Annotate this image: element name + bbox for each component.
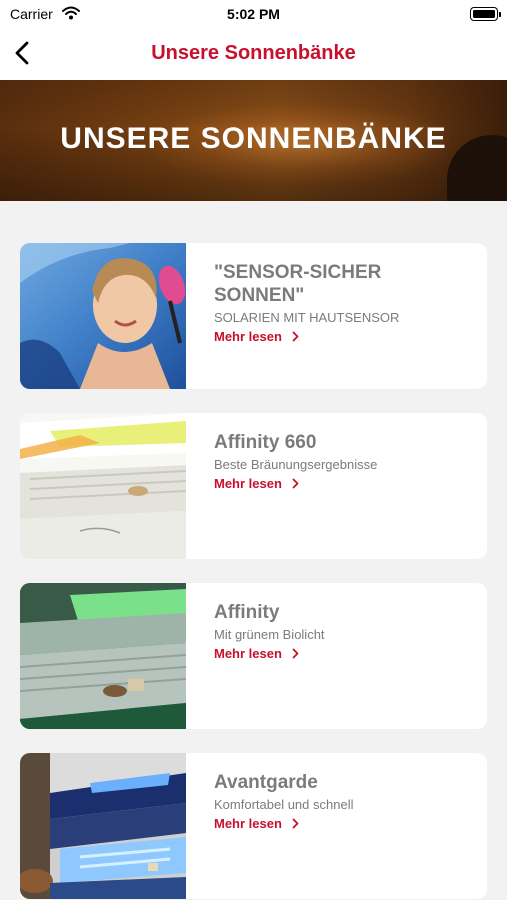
read-more-label: Mehr lesen (214, 476, 282, 491)
card-title: "SENSOR-SICHER SONNEN" (214, 262, 382, 306)
card-title: Avantgarde (214, 772, 318, 793)
chevron-right-icon (292, 331, 299, 342)
read-more-label: Mehr lesen (214, 816, 282, 831)
chevron-right-icon (292, 818, 299, 829)
read-more-link[interactable]: Mehr lesen (214, 326, 474, 346)
list-item[interactable]: "SENSOR-SICHER SONNEN" SOLARIEN MIT HAUT… (20, 243, 487, 389)
card-image-affinity (20, 583, 186, 729)
chevron-right-icon (292, 648, 299, 659)
read-more-link[interactable]: Mehr lesen (214, 473, 474, 493)
page-title: Unsere Sonnenbänke (151, 42, 356, 64)
read-more-label: Mehr lesen (214, 329, 282, 344)
card-subtitle: Komfortabel und schnell (214, 797, 354, 812)
read-more-link[interactable]: Mehr lesen (214, 643, 474, 663)
card-body: Affinity Mit grünem Biolicht Mehr lesen (214, 601, 474, 663)
card-subtitle: SOLARIEN MIT HAUTSENSOR (214, 310, 400, 325)
status-bar: Carrier 5:02 PM (0, 0, 507, 30)
card-body: Affinity 660 Beste Bräunungsergebnisse M… (214, 431, 474, 493)
chevron-right-icon (292, 478, 299, 489)
card-title: Affinity (214, 602, 280, 623)
hero-title: UNSERE SONNENBÄNKE (60, 122, 447, 155)
list-item[interactable]: Affinity Mit grünem Biolicht Mehr lesen (20, 583, 487, 729)
card-image-affinity-660 (20, 413, 186, 559)
card-image-sensor (20, 243, 186, 389)
card-image-avantgarde (20, 753, 186, 899)
read-more-link[interactable]: Mehr lesen (214, 813, 474, 833)
hero-banner: UNSERE SONNENBÄNKE (0, 80, 507, 201)
status-time: 5:02 PM (227, 6, 280, 22)
battery-icon (470, 7, 501, 21)
navigation-bar: Unsere Sonnenbänke (0, 30, 507, 80)
list-item[interactable]: Avantgarde Komfortabel und schnell Mehr … (20, 753, 487, 899)
card-subtitle: Mit grünem Biolicht (214, 627, 325, 642)
card-title: Affinity 660 (214, 432, 317, 453)
card-body: Avantgarde Komfortabel und schnell Mehr … (214, 771, 474, 833)
card-subtitle: Beste Bräunungsergebnisse (214, 457, 378, 472)
sunbed-list: "SENSOR-SICHER SONNEN" SOLARIEN MIT HAUT… (0, 201, 507, 900)
list-item[interactable]: Affinity 660 Beste Bräunungsergebnisse M… (20, 413, 487, 559)
read-more-label: Mehr lesen (214, 646, 282, 661)
card-body: "SENSOR-SICHER SONNEN" SOLARIEN MIT HAUT… (214, 261, 474, 346)
